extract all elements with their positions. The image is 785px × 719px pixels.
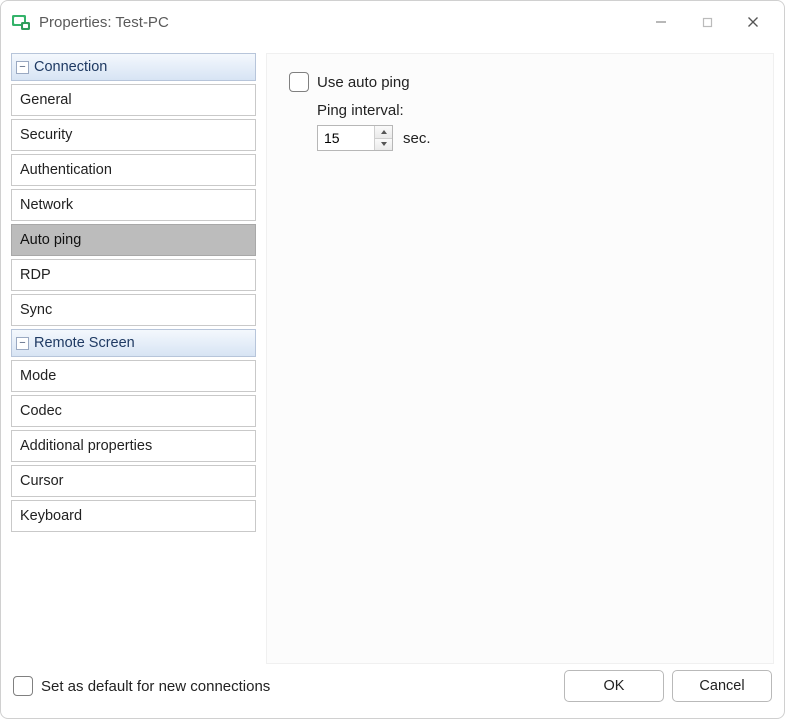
sidebar-item-label: Auto ping [20, 232, 81, 248]
properties-window: Properties: Test-PC − Connection General [0, 0, 785, 719]
sidebar-item-label: RDP [20, 267, 51, 283]
sidebar-item-cursor[interactable]: Cursor [11, 465, 256, 497]
ping-interval-unit: sec. [403, 130, 431, 147]
footer: Set as default for new connections OK Ca… [1, 664, 784, 718]
maximize-button[interactable] [684, 6, 730, 38]
section-header-connection[interactable]: − Connection [11, 53, 256, 81]
section-label: Connection [34, 59, 107, 75]
sidebar-item-label: Additional properties [20, 438, 152, 454]
sidebar-item-label: Mode [20, 368, 56, 384]
sidebar-item-rdp[interactable]: RDP [11, 259, 256, 291]
cancel-button-label: Cancel [699, 678, 744, 694]
ok-button[interactable]: OK [564, 670, 664, 702]
sidebar-item-mode[interactable]: Mode [11, 360, 256, 392]
sidebar-item-label: Cursor [20, 473, 64, 489]
spinner-up-button[interactable] [375, 126, 392, 139]
spinner-down-button[interactable] [375, 139, 392, 151]
use-auto-ping-checkbox[interactable] [289, 72, 309, 92]
sidebar-item-additional-properties[interactable]: Additional properties [11, 430, 256, 462]
collapse-icon[interactable]: − [16, 61, 29, 74]
ok-button-label: OK [604, 678, 625, 694]
sidebar-item-label: Sync [20, 302, 52, 318]
sidebar-item-label: Codec [20, 403, 62, 419]
default-checkbox[interactable] [13, 676, 33, 696]
window-controls [638, 6, 776, 38]
sidebar-item-authentication[interactable]: Authentication [11, 154, 256, 186]
ping-interval-row: sec. [317, 125, 751, 151]
spinner-buttons [374, 126, 392, 150]
client-area: − Connection General Security Authentica… [1, 43, 784, 664]
use-auto-ping-row: Use auto ping [289, 72, 751, 92]
collapse-icon[interactable]: − [16, 337, 29, 350]
sidebar-item-label: Keyboard [20, 508, 82, 524]
sidebar-item-label: Security [20, 127, 72, 143]
footer-left: Set as default for new connections [13, 676, 270, 696]
sidebar-item-general[interactable]: General [11, 84, 256, 116]
ping-interval-input[interactable] [318, 126, 374, 150]
section-label: Remote Screen [34, 335, 135, 351]
window-title: Properties: Test-PC [39, 14, 169, 31]
ping-interval-spinner [317, 125, 393, 151]
sidebar-item-sync[interactable]: Sync [11, 294, 256, 326]
sidebar-item-network[interactable]: Network [11, 189, 256, 221]
cancel-button[interactable]: Cancel [672, 670, 772, 702]
section-header-remote-screen[interactable]: − Remote Screen [11, 329, 256, 357]
sidebar-item-auto-ping[interactable]: Auto ping [11, 224, 256, 256]
ping-interval-label: Ping interval: [317, 102, 751, 119]
sidebar: − Connection General Security Authentica… [11, 53, 256, 664]
sidebar-item-codec[interactable]: Codec [11, 395, 256, 427]
content-panel: Use auto ping Ping interval: sec. [266, 53, 774, 664]
minimize-button[interactable] [638, 6, 684, 38]
sidebar-item-label: General [20, 92, 72, 108]
close-button[interactable] [730, 6, 776, 38]
default-label: Set as default for new connections [41, 678, 270, 695]
app-icon [11, 12, 31, 32]
titlebar: Properties: Test-PC [1, 1, 784, 43]
sidebar-item-label: Network [20, 197, 73, 213]
sidebar-item-security[interactable]: Security [11, 119, 256, 151]
use-auto-ping-label: Use auto ping [317, 74, 410, 91]
sidebar-item-label: Authentication [20, 162, 112, 178]
sidebar-item-keyboard[interactable]: Keyboard [11, 500, 256, 532]
